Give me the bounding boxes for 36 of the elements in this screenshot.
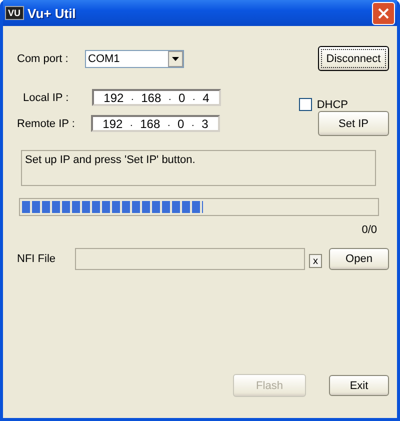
dropdown-arrow-icon [172,56,179,60]
ip-octet: 0 [178,116,184,130]
dhcp-checkbox[interactable] [298,98,312,111]
ip-octet: 192 [102,116,123,130]
ip-separator: . [168,92,172,103]
exit-button[interactable]: Exit [329,375,389,396]
local-ip-field[interactable]: 192 . 168 . 0 . 4 [92,89,221,106]
ip-separator: . [167,118,170,129]
progress-count: 0/0 [362,224,377,236]
ip-octet: 168 [141,90,162,104]
remote-ip-field[interactable]: 192 . 168 . 0 . 3 [91,115,220,132]
disconnect-button[interactable]: Disconnect [318,46,389,71]
open-button[interactable]: Open [329,248,389,270]
close-button[interactable] [372,2,395,24]
app-logo: VU [5,6,24,20]
clear-button[interactable]: x [309,254,322,268]
ip-octet: 4 [202,90,210,104]
ip-octet: 192 [104,90,124,104]
com-port-dropdown[interactable]: COM1 [85,50,184,68]
ip-octet: 168 [140,116,160,130]
dhcp-label: DHCP [316,98,348,110]
ip-separator: . [192,118,194,129]
close-icon [378,8,389,18]
status-message: Set up IP and press 'Set IP' button. [21,150,376,186]
ip-octet: 0 [178,90,186,104]
set-ip-button[interactable]: Set IP [318,111,389,136]
remote-ip-label: Remote IP : [17,118,76,130]
window-title: Vu+ Util [28,6,77,20]
com-port-label: Com port : [17,52,70,64]
ip-separator: . [130,118,133,129]
ip-separator: . [192,92,196,103]
ip-separator: . [131,92,134,103]
ip-octet: 3 [202,116,208,130]
nfi-file-label: NFI File [17,253,56,265]
local-ip-label: Local IP : [22,92,70,104]
nfi-file-field[interactable] [75,248,305,270]
